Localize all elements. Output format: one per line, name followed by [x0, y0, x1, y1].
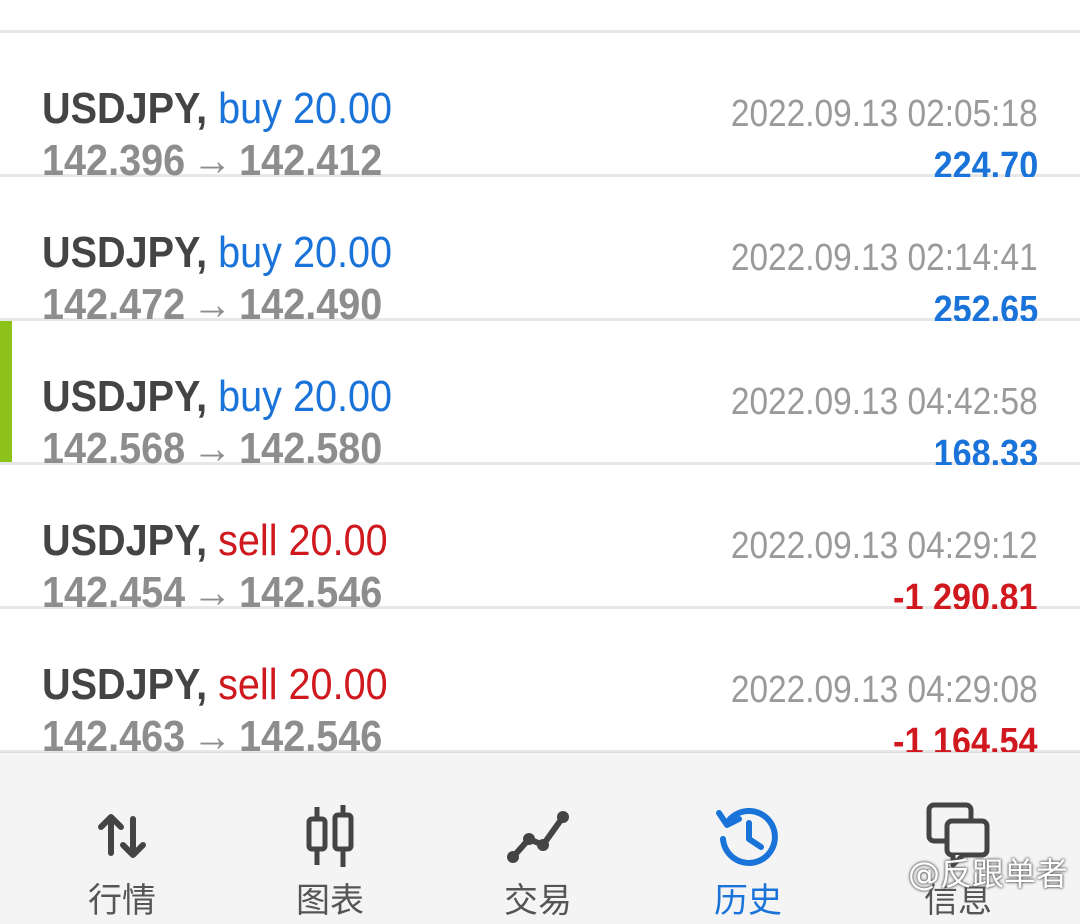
trade-row[interactable]: USDJPY, buy 20.00 142.472 → 142.490 2022.0…: [0, 177, 1080, 329]
nav-messages[interactable]: 信息: [850, 753, 1066, 924]
trade-type: buy: [218, 228, 282, 277]
bottom-navigation: 行情 图表 交易 历史 信息 @反跟单者: [0, 752, 1080, 924]
trade-time: 2022.09.13 02:05:18: [731, 93, 1038, 135]
quotes-arrows-icon: [98, 814, 146, 858]
selection-indicator: [0, 321, 12, 462]
trade-row-selected[interactable]: USDJPY, buy 20.00 142.568 → 142.580 2022.0…: [0, 321, 1080, 473]
trade-volume: 20.00: [292, 228, 393, 277]
arrow-right-icon: →: [192, 712, 232, 753]
nav-label: 行情: [88, 881, 156, 921]
trade-symbol: USDJPY, buy 20.00: [42, 372, 393, 421]
trade-volume: 20.00: [292, 372, 393, 421]
trade-row[interactable]: USDJPY, sell 20.00 142.454 → 142.546 2022.…: [0, 465, 1080, 617]
trade-type: buy: [218, 84, 282, 133]
trade-volume: 20.00: [288, 660, 388, 709]
trade-prices: 142.463 → 142.546: [42, 712, 383, 753]
nav-label: 历史: [714, 881, 782, 921]
nav-label: 交易: [504, 881, 572, 921]
candlestick-chart-icon: [306, 805, 354, 867]
trade-time: 2022.09.13 04:29:08: [731, 669, 1038, 711]
trade-symbol: USDJPY, sell 20.00: [42, 516, 388, 565]
trade-symbol: USDJPY, sell 20.00: [42, 660, 388, 709]
nav-label: 图表: [296, 881, 364, 921]
trade-symbol: USDJPY, buy 20.00: [42, 84, 393, 133]
history-clock-icon: [716, 808, 778, 866]
nav-charts[interactable]: 图表: [222, 753, 438, 924]
trade-line-icon: [507, 811, 569, 863]
trade-volume: 20.00: [288, 516, 388, 565]
trade-profit: -1 164.54: [893, 721, 1038, 752]
trade-type: sell: [218, 516, 278, 565]
trade-history-list: USDJPY, buy 20.00 142.396 → 142.412 2022.0…: [0, 0, 1080, 752]
trade-symbol: USDJPY, buy 20.00: [42, 228, 393, 277]
nav-trade[interactable]: 交易: [430, 753, 646, 924]
trade-row[interactable]: USDJPY, sell 20.00 142.463 → 142.546 2022.…: [0, 609, 1080, 752]
watermark: @反跟单者: [907, 855, 1068, 893]
trade-row[interactable]: USDJPY, buy 20.00 142.396 → 142.412 2022.0…: [0, 33, 1080, 185]
open-price: 142.463: [42, 712, 186, 753]
close-price: 142.546: [239, 712, 383, 753]
trade-time: 2022.09.13 02:14:41: [731, 237, 1038, 279]
trade-volume: 20.00: [292, 84, 393, 133]
nav-history[interactable]: 历史: [640, 753, 856, 924]
list-item-partial[interactable]: [0, 0, 1080, 33]
nav-quotes[interactable]: 行情: [14, 753, 230, 924]
trade-type: sell: [218, 660, 278, 709]
trade-type: buy: [218, 372, 282, 421]
trade-time: 2022.09.13 04:29:12: [731, 525, 1038, 567]
trade-time: 2022.09.13 04:42:58: [731, 381, 1038, 423]
